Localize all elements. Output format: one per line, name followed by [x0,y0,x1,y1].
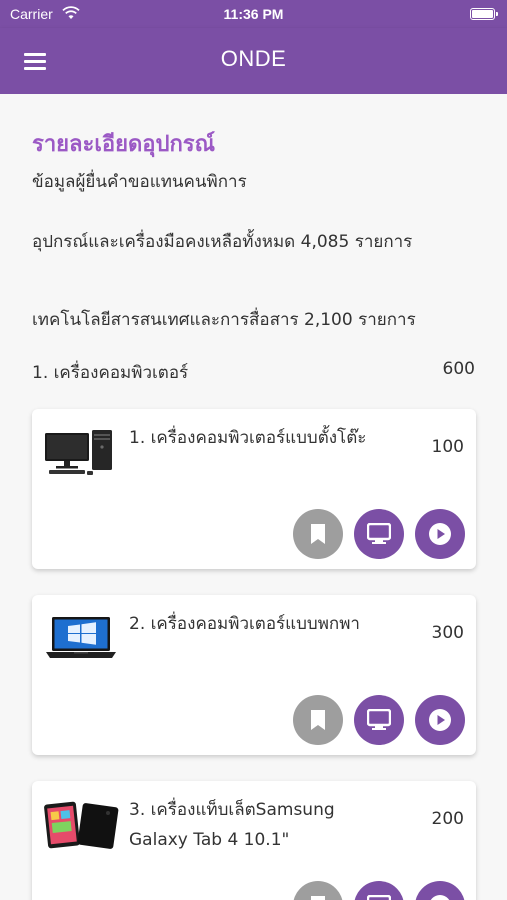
app-bar: ONDE [0,28,507,94]
monitor-icon [367,523,391,544]
item-count: 300 [431,623,464,643]
bookmark-button[interactable] [293,695,343,745]
category-label: 1. เครื่องคอมพิวเตอร์ [32,363,189,383]
clock: 11:36 PM [223,6,284,22]
bookmark-button[interactable] [293,881,343,900]
monitor-icon [367,895,391,900]
item-name: 2. เครื่องคอมพิวเตอร์แบบพกพา [129,614,360,634]
category-row: 1. เครื่องคอมพิวเตอร์ 600 [32,359,475,386]
bookmark-button[interactable] [293,509,343,559]
monitor-button[interactable] [354,695,404,745]
bookmark-icon [311,896,325,900]
category-count: 600 [442,359,475,379]
main-content[interactable]: รายละเอียดอุปกรณ์ ข้อมูลผู้ยื่นคำขอแทนคน… [0,94,507,900]
play-button[interactable] [415,509,465,559]
play-icon [429,523,451,545]
play-icon [429,709,451,731]
item-count: 100 [431,437,464,457]
total-equipment-text: อุปกรณ์และเครื่องมือคงเหลือทั้งหมด 4,085… [32,232,413,252]
tablet-image [44,801,119,849]
bookmark-icon [311,524,325,544]
item-name: 1. เครื่องคอมพิวเตอร์แบบตั้งโต๊ะ [129,428,367,448]
item-count: 200 [431,809,464,829]
item-card[interactable]: 2. เครื่องคอมพิวเตอร์แบบพกพา 300 [32,595,476,755]
page-subtitle: ข้อมูลผู้ยื่นคำขอแทนคนพิการ [32,172,247,192]
desktop-computer-image [45,430,112,475]
monitor-icon [367,709,391,730]
page-title: รายละเอียดอุปกรณ์ [32,132,215,157]
item-name: 3. เครื่องแท็บเล็ตSamsung Galaxy Tab 4 1… [129,800,335,850]
item-card[interactable]: 3. เครื่องแท็บเล็ตSamsung Galaxy Tab 4 1… [32,781,476,900]
play-icon [430,895,450,900]
bookmark-icon [311,710,325,730]
laptop-image [46,617,116,658]
app-title: ONDE [220,46,287,71]
item-card[interactable]: 1. เครื่องคอมพิวเตอร์แบบตั้งโต๊ะ 100 [32,409,476,569]
status-bar: Carrier 11:36 PM [0,0,507,28]
ict-category-text: เทคโนโลยีสารสนเทศและการสื่อสาร 2,100 ราย… [32,310,416,330]
play-button[interactable] [415,881,465,900]
battery-icon [470,8,498,20]
monitor-button[interactable] [354,881,404,900]
play-button[interactable] [415,695,465,745]
monitor-button[interactable] [354,509,404,559]
